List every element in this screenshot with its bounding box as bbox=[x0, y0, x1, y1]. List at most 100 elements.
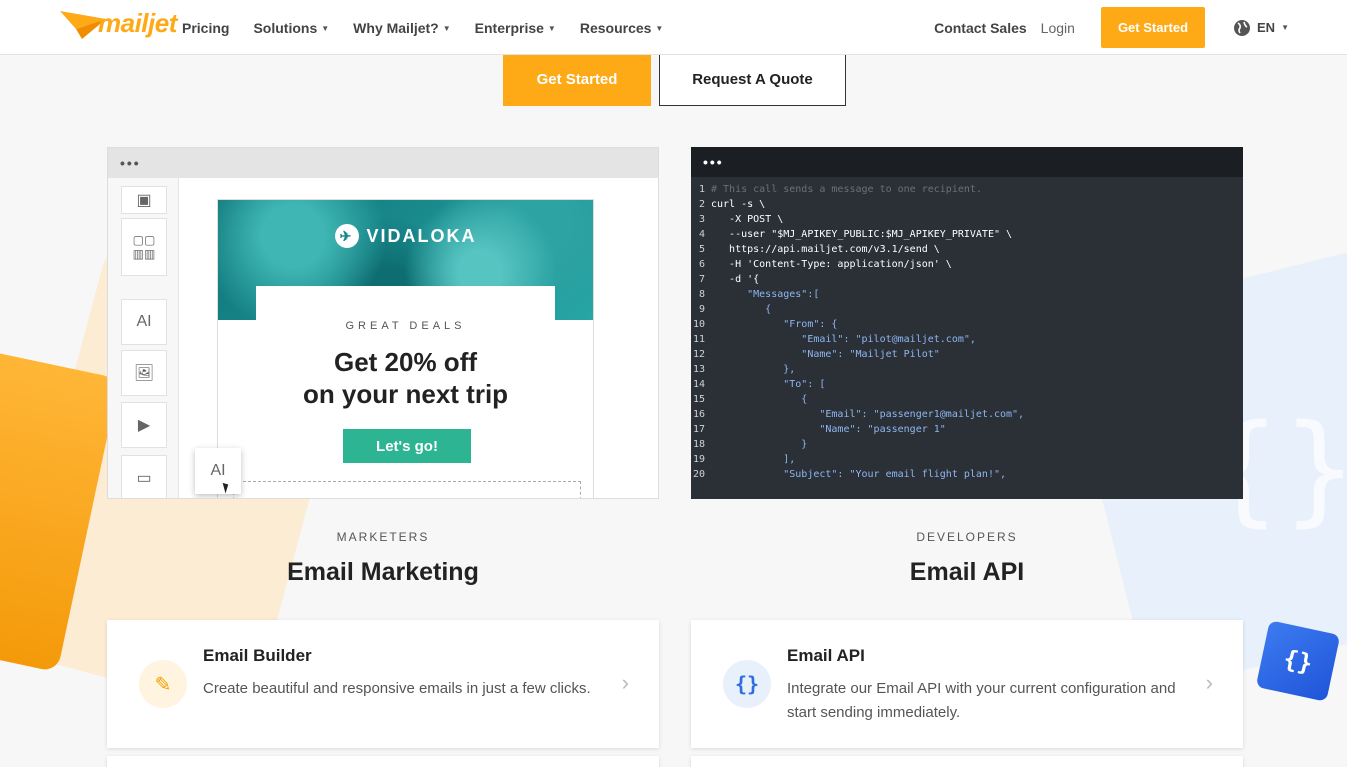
line-number: 7 bbox=[698, 274, 705, 285]
line-number: 8 bbox=[698, 289, 705, 300]
line-number: 20 bbox=[692, 469, 705, 480]
line-number: 4 bbox=[698, 229, 705, 240]
login-link[interactable]: Login bbox=[1041, 20, 1075, 36]
image-block-icon: ▣ bbox=[121, 186, 167, 214]
line-code: "Subject": "Your email flight plan!", bbox=[711, 469, 1007, 480]
caret-down-icon: ▼ bbox=[442, 23, 451, 33]
code-line: 16 "Email": "passenger1@mailjet.com", bbox=[691, 407, 1243, 422]
video-tool-icon: ▶ bbox=[121, 402, 167, 448]
card-title: Email API bbox=[787, 646, 865, 665]
header-actions: Contact Sales Login Get Started EN ▼ bbox=[934, 7, 1289, 48]
pencil-icon: ✎ bbox=[139, 660, 187, 708]
line-number: 12 bbox=[692, 349, 705, 360]
code-line: 8 "Messages":[ bbox=[691, 287, 1243, 302]
developers-kicker: DEVELOPERS bbox=[916, 530, 1018, 544]
braces-badge-icon: {} bbox=[1255, 620, 1341, 702]
line-code: "Name": "Mailjet Pilot" bbox=[711, 349, 940, 360]
request-quote-button[interactable]: Request A Quote bbox=[659, 52, 846, 106]
code-line: 9 { bbox=[691, 302, 1243, 317]
code-line: 14 "To": [ bbox=[691, 377, 1243, 392]
brand-name: VIDALOKA bbox=[366, 225, 477, 246]
drop-zone bbox=[233, 481, 581, 498]
window-dots: ••• bbox=[108, 148, 658, 178]
line-number: 17 bbox=[692, 424, 705, 435]
line-number: 13 bbox=[692, 364, 705, 375]
logo-text: mailjet bbox=[98, 8, 177, 38]
mailjet-logo[interactable]: mailjet bbox=[60, 8, 177, 39]
line-code: ], bbox=[711, 454, 796, 465]
window-dots: ••• bbox=[691, 147, 1243, 177]
email-api-card[interactable]: {} Email API Integrate our Email API wit… bbox=[691, 620, 1243, 748]
dragged-text-block: AI bbox=[195, 448, 241, 494]
nav-why-mailjet[interactable]: Why Mailjet? ▼ bbox=[353, 20, 450, 36]
email-marketing-title: Email Marketing bbox=[287, 558, 479, 586]
line-number: 2 bbox=[698, 199, 705, 210]
nav-resources[interactable]: Resources ▼ bbox=[580, 20, 664, 36]
line-number: 15 bbox=[692, 394, 705, 405]
code-line: 11 "Email": "pilot@mailjet.com", bbox=[691, 332, 1243, 347]
text-tool-glyph: AI bbox=[136, 313, 152, 330]
site-header: mailjet Pricing Solutions ▼ Why Mailjet?… bbox=[0, 0, 1347, 55]
line-number: 5 bbox=[698, 244, 705, 255]
line-code: --user "$MJ_APIKEY_PUBLIC:$MJ_APIKEY_PRI… bbox=[711, 229, 1013, 240]
nav-solutions[interactable]: Solutions ▼ bbox=[253, 20, 329, 36]
hero-get-started-button[interactable]: Get Started bbox=[503, 52, 651, 106]
line-code: } bbox=[711, 439, 808, 450]
button-tool-icon: ▭ bbox=[121, 455, 167, 498]
code-line: 7 -d '{ bbox=[691, 272, 1243, 287]
line-code: -X POST \ bbox=[711, 214, 784, 225]
line-code: -H 'Content-Type: application/json' \ bbox=[711, 259, 952, 270]
line-code: "Email": "passenger1@mailjet.com", bbox=[711, 409, 1025, 420]
contact-sales-link[interactable]: Contact Sales bbox=[934, 20, 1027, 36]
brand-header: ✈ VIDALOKA bbox=[218, 224, 593, 248]
line-code: curl -s \ bbox=[711, 199, 766, 210]
line-code: "Messages":[ bbox=[711, 289, 820, 300]
caret-down-icon: ▼ bbox=[547, 23, 556, 33]
line-number: 10 bbox=[692, 319, 705, 330]
code-line: 1 # This call sends a message to one reci… bbox=[691, 182, 1243, 197]
next-card-edge bbox=[691, 756, 1243, 767]
nav-enterprise[interactable]: Enterprise ▼ bbox=[475, 20, 556, 36]
headline-line: on your next trip bbox=[302, 379, 509, 409]
line-number: 19 bbox=[692, 454, 705, 465]
language-selector[interactable]: EN ▼ bbox=[1233, 19, 1289, 37]
email-api-title: Email API bbox=[909, 558, 1025, 586]
globe-icon bbox=[1234, 19, 1251, 36]
code-line: 3 -X POST \ bbox=[691, 212, 1243, 227]
nav-pricing[interactable]: Pricing bbox=[182, 20, 229, 36]
chevron-right-icon: › bbox=[1205, 670, 1213, 695]
line-code: "Name": "passenger 1" bbox=[711, 424, 946, 435]
language-label: EN bbox=[1257, 20, 1276, 35]
line-number: 11 bbox=[692, 334, 705, 345]
line-code: "Email": "pilot@mailjet.com", bbox=[711, 334, 976, 345]
code-line: 18 } bbox=[691, 437, 1243, 452]
airplane-icon: ✈ bbox=[334, 224, 359, 248]
header-get-started-button[interactable]: Get Started bbox=[1100, 7, 1206, 48]
text-tool-glyph: AI bbox=[210, 462, 226, 479]
line-number: 6 bbox=[698, 259, 705, 270]
main-nav: Pricing Solutions ▼ Why Mailjet? ▼ Enter… bbox=[182, 20, 663, 36]
code-line: 15 { bbox=[691, 392, 1243, 407]
email-cta-button: Let's go! bbox=[343, 429, 471, 463]
card-description: Integrate our Email API with your curren… bbox=[787, 680, 1176, 721]
code-block: 1 # This call sends a message to one reci… bbox=[691, 182, 1243, 482]
code-line: 5 https://api.mailjet.com/v3.1/send \ bbox=[691, 242, 1243, 257]
line-code: { bbox=[711, 304, 772, 315]
nav-label: Pricing bbox=[182, 20, 230, 36]
line-code: "To": [ bbox=[711, 379, 826, 390]
email-builder-card[interactable]: ✎ Email Builder Create beautiful and res… bbox=[107, 620, 659, 748]
line-code: https://api.mailjet.com/v3.1/send \ bbox=[711, 244, 940, 255]
card-description: Create beautiful and responsive emails i… bbox=[203, 680, 591, 697]
braces-icon: {} bbox=[723, 660, 771, 708]
line-number: 1 bbox=[698, 184, 705, 195]
code-line: 6 -H 'Content-Type: application/json' \ bbox=[691, 257, 1243, 272]
email-body: GREAT DEALS Get 20% off on your next tri… bbox=[256, 286, 555, 498]
caret-down-icon: ▼ bbox=[1281, 23, 1289, 32]
email-editor-preview: ••• ▣ ▢▢ ▥▥ AI 🖼 ▶ ▭ ✈ VIDALOKA GREAT DEA… bbox=[107, 147, 659, 499]
image-tool-icon: 🖼 bbox=[121, 350, 167, 396]
column-layout-icon: ▢▢ ▥▥ bbox=[121, 218, 167, 276]
code-preview: ••• 1 # This call sends a message to one … bbox=[691, 147, 1243, 499]
line-code: # This call sends a message to one recip… bbox=[711, 184, 982, 195]
caret-down-icon: ▼ bbox=[321, 23, 330, 33]
line-number: 14 bbox=[692, 379, 705, 390]
